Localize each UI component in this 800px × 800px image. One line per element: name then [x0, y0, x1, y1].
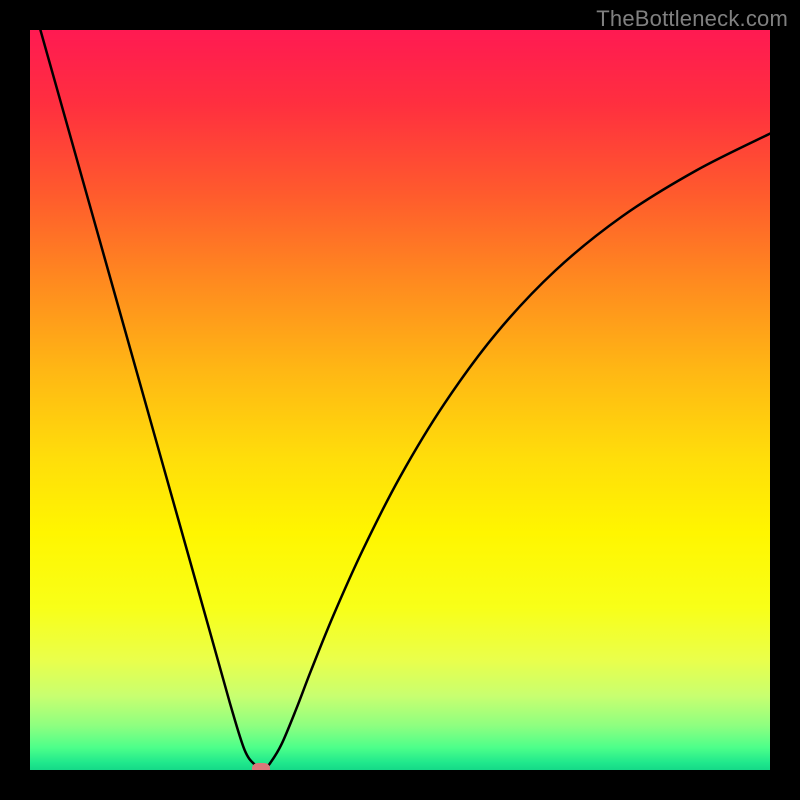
bottleneck-curve	[30, 30, 770, 770]
plot-area	[30, 30, 770, 770]
chart-frame: TheBottleneck.com	[0, 0, 800, 800]
watermark-text: TheBottleneck.com	[596, 6, 788, 32]
optimal-point-marker	[252, 763, 270, 770]
